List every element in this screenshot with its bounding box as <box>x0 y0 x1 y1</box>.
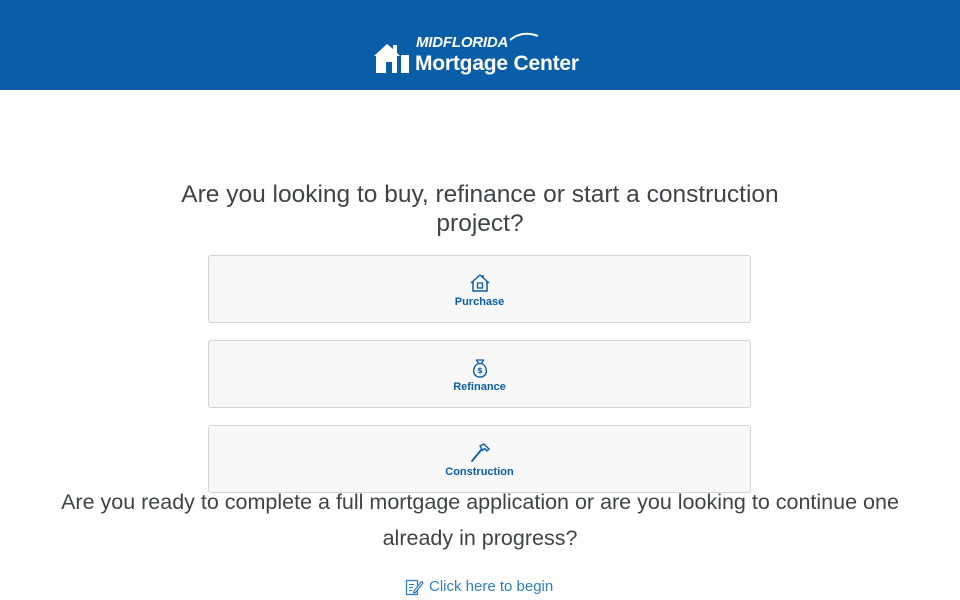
purchase-option-button[interactable]: Purchase <box>208 255 751 323</box>
logo-brand-name: MIDFLORIDA <box>416 34 509 51</box>
logo-product-name: Mortgage Center <box>415 52 579 75</box>
begin-link-label: Click here to begin <box>429 577 554 595</box>
loan-type-question: Are you looking to buy, refinance or sta… <box>181 181 779 237</box>
construction-option-button[interactable]: Construction <box>208 425 751 493</box>
edit-form-icon <box>405 579 424 595</box>
header-bar: MIDFLORIDA Mortgage Center <box>0 0 960 90</box>
svg-text:$: $ <box>477 366 483 375</box>
logo-swoosh-icon <box>509 32 539 41</box>
refinance-option-button[interactable]: $ Refinance <box>208 340 751 408</box>
hammer-icon <box>470 443 490 462</box>
refinance-option-label: Refinance <box>453 381 506 393</box>
application-question: Are you ready to complete a full mortgag… <box>61 490 899 550</box>
purchase-option-label: Purchase <box>454 296 505 308</box>
money-bag-icon: $ <box>472 359 487 378</box>
midflorida-logo[interactable]: MIDFLORIDA Mortgage Center <box>374 32 589 78</box>
house-icon <box>470 274 489 292</box>
house-logo-icon <box>374 44 409 73</box>
construction-option-label: Construction <box>445 466 514 478</box>
click-here-to-begin-link[interactable]: Click here to begin <box>405 575 553 597</box>
